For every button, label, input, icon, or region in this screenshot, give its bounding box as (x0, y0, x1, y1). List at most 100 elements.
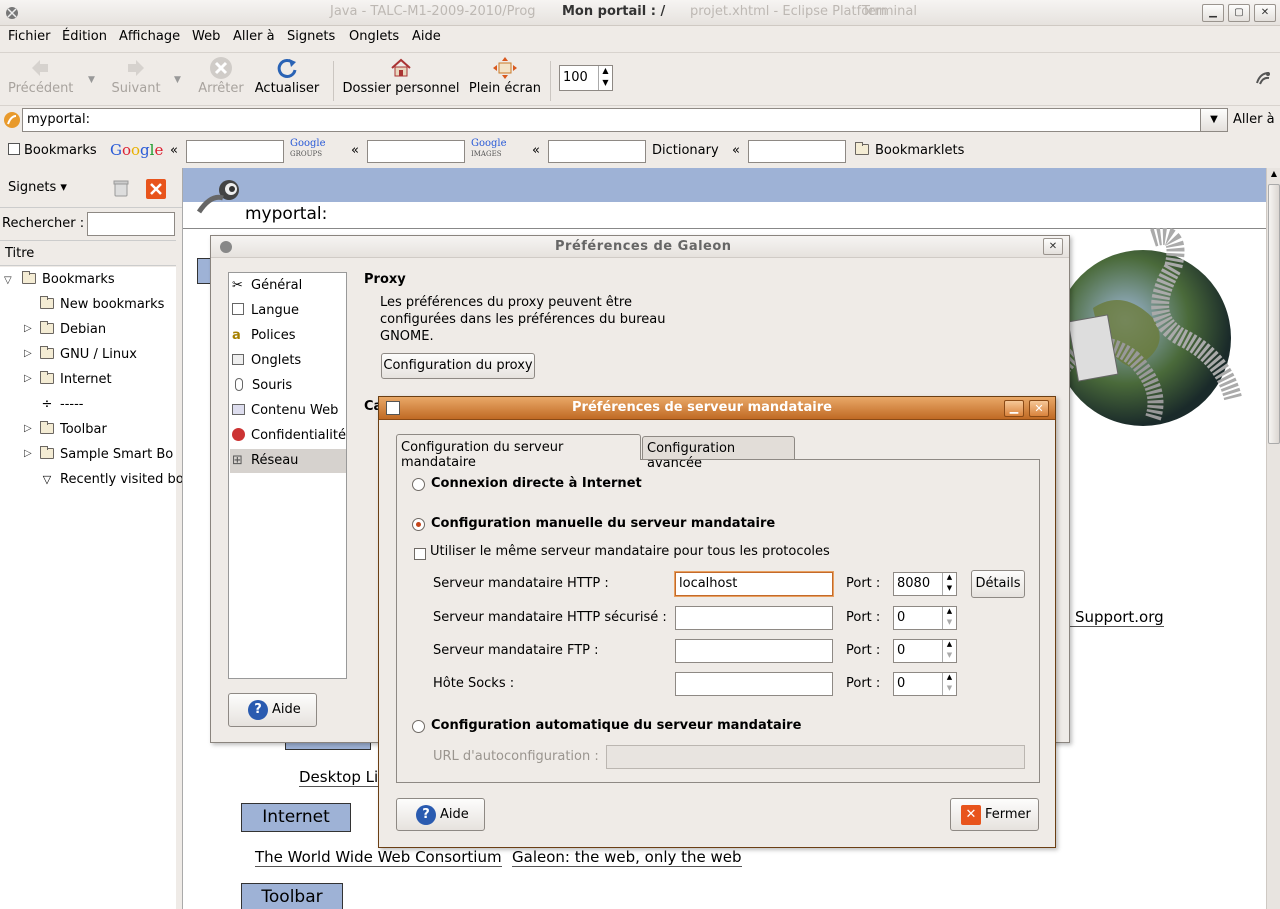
tree-item-debian[interactable]: Debian (40, 321, 106, 337)
tree-item-internet[interactable]: Internet (40, 371, 112, 387)
menu-aide[interactable]: Aide (412, 29, 441, 44)
url-history-dropdown[interactable]: ▼ (1200, 108, 1228, 132)
nav-language[interactable]: Langue (232, 303, 299, 318)
google-groups-logo[interactable]: Google GROUPS (290, 139, 326, 159)
ftp-port-spinbox[interactable]: 0 ▲ ▼ (893, 639, 957, 663)
spin-up-arrow[interactable]: ▲ (942, 573, 956, 584)
link-support-org[interactable]: e Support.org (1061, 608, 1164, 627)
nav-network-selected[interactable]: ⊞ Réseau (230, 449, 346, 473)
spin-down-arrow[interactable]: ▼ (942, 684, 956, 695)
menu-affichage[interactable]: Affichage (119, 29, 180, 44)
groups-search-input[interactable] (367, 140, 465, 163)
spin-up-arrow[interactable]: ▲ (942, 673, 956, 684)
https-proxy-input[interactable] (675, 606, 833, 630)
menu-onglets[interactable]: Onglets (349, 29, 399, 44)
socks-host-input[interactable] (675, 672, 833, 696)
stop-button[interactable]: Arrêter (196, 55, 246, 96)
socks-port-spinbox[interactable]: 0 ▲ ▼ (893, 672, 957, 696)
column-header-title[interactable]: Titre (0, 240, 176, 266)
expander-closed-icon[interactable]: ▷ (24, 373, 32, 384)
google-logo[interactable]: Google (110, 141, 163, 159)
go-button[interactable]: Aller à (1233, 112, 1275, 127)
fullscreen-button[interactable]: Plein écran (468, 55, 542, 96)
zoom-spinbox[interactable]: 100 ▲ ▼ (559, 65, 613, 91)
tree-item-gnu-linux[interactable]: GNU / Linux (40, 346, 137, 362)
tree-item-recently-visited[interactable]: ▽ Recently visited bo (40, 472, 184, 487)
menu-edition[interactable]: Édition (62, 29, 107, 44)
prefs-help-button[interactable]: ? Aide (228, 693, 317, 727)
tree-item-toolbar[interactable]: Toolbar (40, 421, 107, 437)
menu-fichier[interactable]: Fichier (8, 29, 51, 44)
http-port-spinbox[interactable]: 8080 ▲ ▼ (893, 572, 957, 596)
bookmarks-menu-button[interactable]: Bookmarks (8, 143, 97, 158)
menu-web[interactable]: Web (192, 29, 220, 44)
app-menu-icon[interactable] (4, 5, 20, 21)
nav-tabs[interactable]: Onglets (232, 353, 301, 368)
radio-auto[interactable] (412, 720, 425, 733)
proxy-close-window-button[interactable]: ✕ (1029, 400, 1049, 417)
expander-open-icon[interactable]: ▽ (4, 275, 12, 286)
bookmarklets-folder[interactable]: Bookmarklets (855, 142, 964, 158)
expander-closed-icon[interactable]: ▷ (24, 348, 32, 359)
scroll-up-arrow[interactable]: ▲ (1268, 169, 1280, 181)
details-button[interactable]: Détails (971, 570, 1025, 598)
images-search-input[interactable] (548, 140, 646, 163)
nav-web-content[interactable]: Contenu Web (232, 403, 338, 418)
url-input[interactable]: myportal: (22, 108, 1228, 132)
trash-icon[interactable] (111, 178, 131, 198)
proxy-config-button[interactable]: Configuration du proxy (381, 353, 535, 379)
menu-signets[interactable]: Signets (287, 29, 335, 44)
maximize-button[interactable]: ▢ (1228, 4, 1250, 22)
spin-down-arrow[interactable]: ▼ (942, 584, 956, 595)
zoom-up-arrow[interactable]: ▲ (598, 66, 612, 78)
sidebar-selector[interactable]: Signets ▾ (8, 180, 67, 195)
back-button[interactable]: Précédent (8, 55, 73, 96)
close-button[interactable]: ✕ (1254, 4, 1276, 22)
dictionary-search-input[interactable] (748, 140, 846, 163)
back-history-dropdown[interactable]: ▼ (88, 75, 95, 85)
page-scrollbar[interactable]: ▲ (1266, 168, 1280, 909)
checkbox-same-proxy[interactable] (414, 548, 426, 560)
spin-down-arrow[interactable]: ▼ (942, 651, 956, 662)
tab-proxy-config[interactable]: Configuration du serveur mandataire (396, 434, 641, 470)
spin-up-arrow[interactable]: ▲ (942, 607, 956, 618)
tab-advanced-config[interactable]: Configuration avancée (642, 436, 795, 471)
link-galeon[interactable]: Galeon: the web, only the web (512, 848, 742, 867)
https-port-spinbox[interactable]: 0 ▲ ▼ (893, 606, 957, 630)
nav-privacy[interactable]: Confidentialité (232, 428, 346, 443)
prefs-close-button[interactable]: ✕ (1043, 238, 1063, 255)
radio-manual[interactable] (412, 518, 425, 531)
link-w3c[interactable]: The World Wide Web Consortium (255, 848, 502, 867)
google-search-input[interactable] (186, 140, 284, 163)
expander-closed-icon[interactable]: ▷ (24, 448, 32, 459)
proxy-minimize-button[interactable]: ▁ (1004, 400, 1024, 417)
spin-up-arrow[interactable]: ▲ (942, 640, 956, 651)
scroll-thumb[interactable] (1268, 184, 1280, 444)
forward-button[interactable]: Suivant (110, 55, 162, 96)
reload-button[interactable]: Actualiser (254, 55, 320, 96)
close-button-fermer[interactable]: ✕ Fermer (950, 798, 1039, 831)
sidebar-search-input[interactable] (87, 212, 175, 236)
forward-history-dropdown[interactable]: ▼ (174, 75, 181, 85)
home-button[interactable]: Dossier personnel (342, 55, 460, 96)
proxy-help-button[interactable]: ? Aide (396, 798, 485, 831)
zoom-down-arrow[interactable]: ▼ (598, 78, 612, 90)
http-proxy-input[interactable]: localhost (675, 572, 833, 596)
expander-closed-icon[interactable]: ▷ (24, 323, 32, 334)
auto-url-input[interactable] (606, 745, 1025, 769)
radio-direct[interactable] (412, 478, 425, 491)
link-desktop[interactable]: Desktop Li (299, 768, 379, 787)
tree-item-new-bookmarks[interactable]: New bookmarks (40, 296, 164, 312)
nav-fonts[interactable]: a Polices (232, 328, 295, 343)
nav-mouse[interactable]: Souris (232, 378, 292, 393)
close-sidebar-icon[interactable] (146, 179, 166, 199)
tree-item-separator[interactable]: ÷ ----- (40, 397, 84, 412)
expander-closed-icon[interactable]: ▷ (24, 423, 32, 434)
menu-aller[interactable]: Aller à (233, 29, 275, 44)
minimize-button[interactable]: ▁ (1202, 4, 1224, 22)
google-images-logo[interactable]: Google IMAGES (471, 139, 507, 159)
tree-item-bookmarks[interactable]: Bookmarks (22, 271, 115, 287)
spin-down-arrow[interactable]: ▼ (942, 618, 956, 629)
nav-general[interactable]: ✂ Général (232, 278, 302, 293)
tree-item-smart-bookmarks[interactable]: Sample Smart Bo (40, 446, 173, 462)
